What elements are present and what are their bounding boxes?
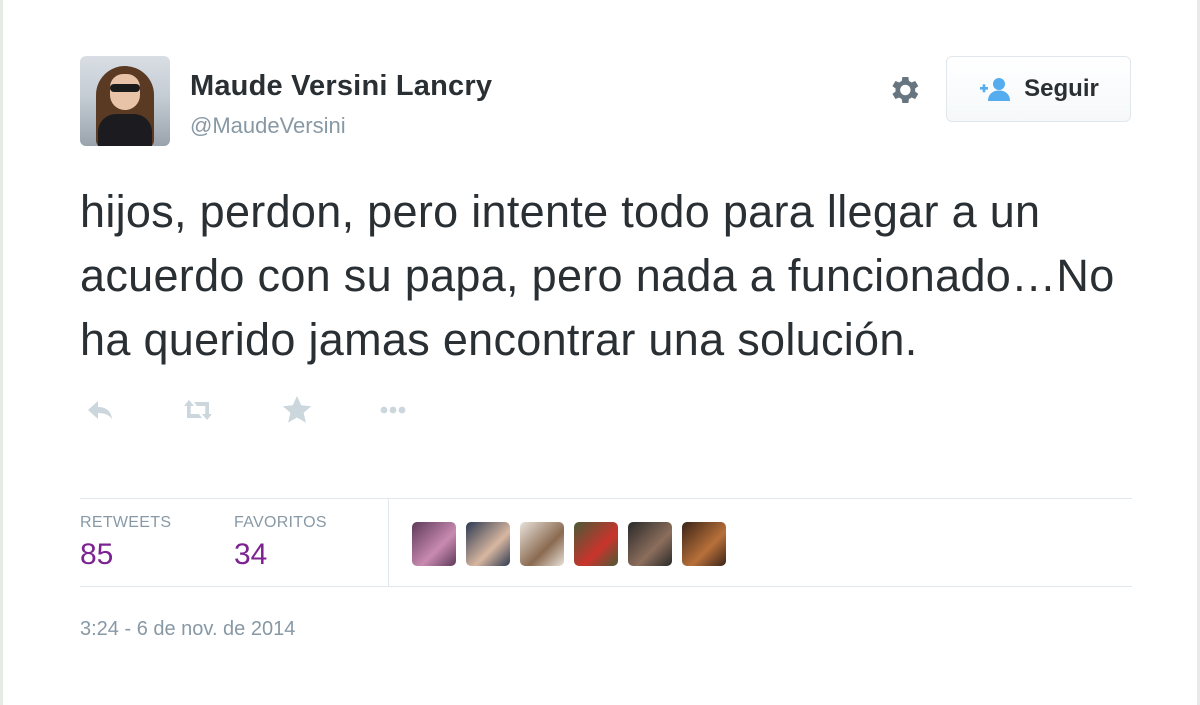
reply-icon[interactable] — [80, 390, 120, 430]
retweets-stat[interactable]: RETWEETS 85 — [80, 514, 171, 572]
tweet-timestamp[interactable]: 3:24 - 6 de nov. de 2014 — [80, 618, 295, 641]
follow-button-label: Seguir — [1024, 75, 1099, 102]
add-user-icon — [980, 78, 1011, 101]
tweet-actions — [80, 384, 1132, 434]
tweet-card: Maude Versini Lancry @MaudeVersini Segui… — [80, 56, 1132, 434]
gear-icon[interactable] — [886, 72, 922, 108]
avatar[interactable] — [80, 56, 170, 146]
user-display-name[interactable]: Maude Versini Lancry — [190, 70, 492, 103]
tweet-text: hijos, perdon, pero intente todo para ll… — [80, 186, 1115, 365]
tweet-window: Maude Versini Lancry @MaudeVersini Segui… — [0, 0, 1200, 705]
favoriter-avatar[interactable] — [628, 522, 672, 566]
more-dots-icon[interactable] — [373, 390, 413, 430]
favoriter-avatar[interactable] — [682, 522, 726, 566]
avatar-sunglasses — [110, 84, 140, 92]
favoriters-list — [412, 522, 726, 566]
favoriter-avatar[interactable] — [574, 522, 618, 566]
follow-button[interactable]: Seguir — [946, 56, 1131, 122]
favorites-count: 34 — [234, 538, 268, 571]
user-handle[interactable]: @MaudeVersini — [190, 113, 346, 139]
favorites-stat[interactable]: FAVORITOS 34 — [234, 514, 327, 572]
stats-divider — [388, 499, 389, 587]
favoriter-avatar[interactable] — [466, 522, 510, 566]
tweet-header: Maude Versini Lancry @MaudeVersini Segui… — [80, 56, 1132, 148]
avatar-face — [110, 74, 140, 110]
retweet-icon[interactable] — [178, 390, 218, 430]
favoriter-avatar[interactable] — [520, 522, 564, 566]
retweets-label: RETWEETS — [80, 514, 172, 531]
avatar-coat — [98, 114, 152, 146]
favorites-label: FAVORITOS — [234, 514, 327, 531]
retweets-count: 85 — [80, 538, 114, 571]
tweet-stats: RETWEETS 85 FAVORITOS 34 — [80, 498, 1132, 587]
favoriter-avatar[interactable] — [412, 522, 456, 566]
favorite-star-icon[interactable] — [277, 390, 317, 430]
